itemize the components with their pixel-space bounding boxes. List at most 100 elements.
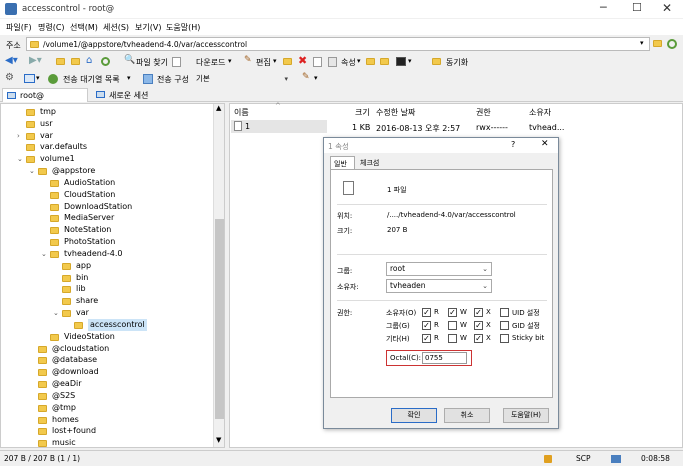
chevron-down-icon[interactable]: ▾ <box>36 74 40 82</box>
checkbox-special[interactable] <box>500 334 509 343</box>
close-button[interactable]: ✕ <box>662 1 672 15</box>
tree-item[interactable]: PhotoStation <box>1 236 211 248</box>
checkbox-w[interactable] <box>448 334 457 343</box>
scroll-up-icon[interactable]: ▲ <box>216 104 221 112</box>
chevron-down-icon[interactable]: ▾ <box>357 57 361 65</box>
tree-item[interactable]: › var <box>1 130 211 142</box>
sync-button[interactable]: 동기화 <box>446 57 468 68</box>
folder-tree[interactable]: tmp usr › var var.defaults ⌄ volume1 ⌄ @appstore… <box>0 103 225 448</box>
help-button[interactable]: 도움말(H) <box>503 408 549 423</box>
checkbox-w[interactable]: ✓ <box>448 308 457 317</box>
home-icon[interactable]: ⌂ <box>86 55 92 66</box>
tree-item[interactable]: music <box>1 437 211 447</box>
tree-item[interactable]: lost+found <box>1 425 211 437</box>
column-date[interactable]: 수정한 날짜 <box>376 107 415 118</box>
tree-item[interactable]: MediaServer <box>1 212 211 224</box>
chevron-down-icon[interactable]: ▾ <box>127 74 131 82</box>
column-name[interactable]: 이름 <box>234 107 249 118</box>
delete-icon[interactable]: ✖ <box>298 54 307 67</box>
tree-item[interactable]: @tmp <box>1 402 211 414</box>
checkbox-r[interactable]: ✓ <box>422 334 431 343</box>
scrollbar-thumb[interactable] <box>215 219 224 419</box>
transfer-config-select[interactable]: 기본 ▾ <box>192 72 292 86</box>
tree-item[interactable]: accesscontrol <box>1 318 211 331</box>
maximize-button[interactable]: ☐ <box>632 1 642 14</box>
folder-up-icon[interactable] <box>653 40 662 47</box>
expand-icon[interactable]: › <box>17 130 20 142</box>
tree-item[interactable]: @S2S <box>1 390 211 402</box>
dialog-help-button[interactable]: ? <box>511 140 515 149</box>
checkbox-w[interactable] <box>448 321 457 330</box>
properties-button[interactable]: 속성 <box>341 57 356 68</box>
octal-input[interactable]: 0755 <box>422 352 467 364</box>
tree-item[interactable]: @database <box>1 354 211 366</box>
tree-item[interactable]: usr <box>1 118 211 130</box>
checkbox-x[interactable]: ✓ <box>474 321 483 330</box>
sync-icon[interactable] <box>432 58 441 65</box>
tree-item[interactable]: homes <box>1 414 211 426</box>
column-owner[interactable]: 소유자 <box>529 107 551 118</box>
menu-session[interactable]: 세션(S) <box>103 22 129 33</box>
chevron-down-icon[interactable]: ▾ <box>314 74 318 82</box>
settings-icon[interactable]: ⚙ <box>5 72 14 83</box>
checkbox-x[interactable]: ✓ <box>474 334 483 343</box>
new-folder-icon[interactable] <box>366 58 375 65</box>
group-select[interactable]: root ⌄ <box>386 262 492 276</box>
menu-file[interactable]: 파일(F) <box>6 22 32 33</box>
pencil-icon[interactable]: ✎ <box>244 55 252 65</box>
back-icon[interactable]: ◀▾ <box>5 55 18 66</box>
checkbox-special[interactable] <box>500 308 509 317</box>
terminal-icon[interactable] <box>396 57 406 66</box>
owner-select[interactable]: tvheaden ⌄ <box>386 279 492 293</box>
cancel-button[interactable]: 취소 <box>444 408 490 423</box>
properties-icon[interactable] <box>328 57 337 67</box>
root-folder-icon[interactable] <box>71 58 80 65</box>
tree-item[interactable]: @eaDir <box>1 378 211 390</box>
checkbox-special[interactable] <box>500 321 509 330</box>
queue-button[interactable]: 전송 대기열 목록 <box>63 74 120 85</box>
new-file-icon[interactable] <box>380 58 389 65</box>
tab-session-root[interactable]: root@ <box>2 88 88 102</box>
tab-general[interactable]: 일반 <box>330 156 355 169</box>
chevron-down-icon[interactable]: ▾ <box>640 39 644 47</box>
tree-item[interactable]: var.defaults <box>1 141 211 153</box>
tree-scrollbar[interactable]: ▲ ▼ <box>213 104 224 447</box>
address-input[interactable]: /volume1/@appstore/tvheadend-4.0/var/acc… <box>26 37 650 51</box>
tree-item[interactable]: bin <box>1 272 211 284</box>
checkbox-x[interactable]: ✓ <box>474 308 483 317</box>
tree-item[interactable]: AudioStation <box>1 177 211 189</box>
menu-view[interactable]: 보기(V) <box>135 22 161 33</box>
edit-icon[interactable] <box>172 57 181 67</box>
tab-new-session[interactable]: 새로운 세션 <box>92 88 178 102</box>
find-icon[interactable]: 🔍 <box>124 55 135 65</box>
tree-item[interactable]: app <box>1 260 211 272</box>
collapse-icon[interactable]: ⌄ <box>29 165 35 177</box>
tree-item[interactable]: @cloudstation <box>1 343 211 355</box>
tree-item[interactable]: lib <box>1 283 211 295</box>
queue-icon[interactable] <box>48 74 58 84</box>
refresh-icon[interactable] <box>667 39 677 49</box>
tree-item[interactable]: tmp <box>1 106 211 118</box>
chevron-down-icon[interactable]: ▾ <box>228 57 232 65</box>
download-button[interactable]: 다운로드 <box>196 57 225 68</box>
move-icon[interactable] <box>283 58 292 65</box>
refresh-icon[interactable] <box>101 57 110 66</box>
tree-item[interactable]: NoteStation <box>1 224 211 236</box>
collapse-icon[interactable]: ⌄ <box>17 153 23 165</box>
tree-item[interactable]: CloudStation <box>1 189 211 201</box>
tree-item[interactable]: @download <box>1 366 211 378</box>
tree-item[interactable]: share <box>1 295 211 307</box>
chevron-down-icon[interactable]: ▾ <box>408 57 412 65</box>
tree-item[interactable]: ⌄ tvheadend-4.0 <box>1 248 211 260</box>
rename-icon[interactable] <box>313 57 322 67</box>
chevron-down-icon[interactable]: ▾ <box>273 57 277 65</box>
ok-button[interactable]: 확인 <box>391 408 437 423</box>
forward-icon[interactable]: ▶▾ <box>29 55 42 66</box>
checkbox-r[interactable]: ✓ <box>422 308 431 317</box>
tree-item[interactable]: ⌄ @appstore <box>1 165 211 177</box>
collapse-icon[interactable]: ⌄ <box>53 307 59 319</box>
scroll-down-icon[interactable]: ▼ <box>216 436 221 444</box>
edit-button[interactable]: 편집 <box>256 57 271 68</box>
table-row[interactable]: 1 <box>231 120 327 133</box>
menu-command[interactable]: 명령(C) <box>38 22 65 33</box>
